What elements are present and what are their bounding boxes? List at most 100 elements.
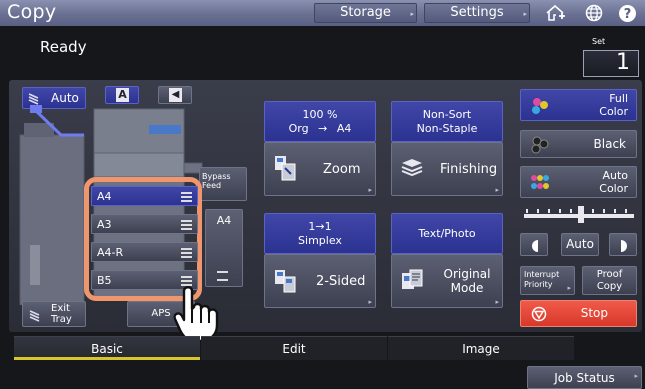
top-bar: Copy Storage ▸ Settings ▸ ? bbox=[0, 0, 645, 26]
stop-label: Stop bbox=[580, 306, 608, 320]
corner-arrow-icon: ▸ bbox=[410, 10, 414, 18]
proof-line1: Proof bbox=[596, 269, 623, 280]
tray-a3-button[interactable]: A3 bbox=[91, 214, 198, 234]
copy-count-display[interactable]: 1 bbox=[583, 50, 639, 77]
full-color-button[interactable]: Full Color bbox=[520, 89, 637, 121]
exit-tray-label-2: Tray bbox=[51, 314, 72, 325]
duplex-info-button[interactable]: 1→1 Simplex bbox=[264, 213, 376, 254]
original-type: Text/Photo bbox=[418, 227, 476, 240]
auto-color-button[interactable]: Auto Color bbox=[520, 166, 637, 198]
paper-stack-icon bbox=[400, 157, 424, 183]
density-indicator[interactable] bbox=[578, 206, 584, 223]
black-label: Black bbox=[593, 137, 626, 151]
two-sided-label: 2-Sided bbox=[316, 274, 366, 289]
bypass-size: A4 bbox=[216, 214, 232, 227]
finishing-button[interactable]: Finishing ▸ bbox=[391, 142, 503, 196]
tab-edit[interactable]: Edit bbox=[201, 336, 387, 360]
finishing-label: Finishing bbox=[440, 162, 498, 177]
mode-a-label: A bbox=[116, 88, 129, 102]
corner-arrow-icon: ▸ bbox=[634, 372, 638, 380]
stop-button[interactable]: Stop bbox=[520, 300, 637, 327]
tray-a4-button[interactable]: A4 bbox=[91, 186, 198, 206]
exit-tray-icon bbox=[29, 308, 45, 325]
zoom-info-button[interactable]: 100 % Org → A4 bbox=[264, 101, 376, 142]
original-line1: Original bbox=[443, 267, 491, 281]
proof-copy-button[interactable]: Proof Copy bbox=[582, 266, 637, 295]
tray-list-icon bbox=[217, 271, 228, 281]
finishing-info-button[interactable]: Non-Sort Non-Staple bbox=[391, 101, 503, 142]
stop-icon bbox=[531, 306, 547, 331]
zoom-percent: 100 % bbox=[302, 108, 338, 121]
active-tab-underline bbox=[14, 357, 200, 360]
black-dots-icon bbox=[530, 135, 550, 164]
corner-arrow-icon: ▸ bbox=[368, 186, 372, 194]
tray-a4r-button[interactable]: A4-R bbox=[91, 242, 198, 262]
tray-list-icon bbox=[181, 220, 192, 230]
original-mode-icon bbox=[401, 269, 423, 297]
finish-line1: Non-Sort bbox=[422, 108, 472, 121]
zoom-arrow: → bbox=[318, 122, 328, 135]
two-sided-icon bbox=[274, 269, 296, 297]
bypass-tray-button[interactable]: A4 bbox=[205, 209, 243, 287]
bypass-label-2: Feed bbox=[202, 181, 222, 190]
mode-b-label: ◀ bbox=[169, 88, 182, 102]
density-scale[interactable] bbox=[520, 205, 637, 225]
bypass-feed-button[interactable]: Bypass Feed bbox=[199, 167, 247, 201]
interrupt-priority-button[interactable]: Interrupt Priority ▸ bbox=[520, 266, 575, 295]
auto-label: Auto bbox=[51, 91, 79, 105]
color-dots-icon bbox=[530, 96, 550, 119]
zoom-button[interactable]: Zoom ▸ bbox=[264, 142, 376, 196]
storage-button[interactable]: Storage ▸ bbox=[314, 3, 417, 23]
original-direction-button[interactable]: ◀ bbox=[158, 86, 192, 104]
storage-label: Storage bbox=[340, 5, 391, 20]
exit-tray-label-1: Exit bbox=[51, 303, 70, 314]
tray-list-icon bbox=[181, 248, 192, 258]
machine-status: Ready bbox=[40, 38, 87, 56]
set-label: Set bbox=[592, 37, 606, 46]
zoom-label: Zoom bbox=[323, 162, 361, 177]
job-status-label: Job Status bbox=[554, 371, 615, 385]
aps-label: APS bbox=[151, 308, 171, 319]
original-mode-button[interactable]: Original Mode ▸ bbox=[391, 254, 503, 308]
globe-icon[interactable] bbox=[580, 3, 608, 23]
duplex-line1: 1→1 bbox=[308, 220, 332, 233]
duplex-line2: Simplex bbox=[298, 234, 342, 247]
copy-count-value: 1 bbox=[616, 50, 630, 75]
density-auto-label: Auto bbox=[566, 237, 594, 251]
tray-list-icon bbox=[181, 192, 192, 202]
tab-image[interactable]: Image bbox=[388, 336, 574, 360]
original-type-button[interactable]: Text/Photo bbox=[391, 213, 503, 254]
corner-arrow-icon: ▸ bbox=[495, 298, 499, 306]
density-lighter-button[interactable] bbox=[520, 233, 548, 256]
zoom-ratio-line: Org → A4 bbox=[265, 122, 375, 136]
help-icon[interactable]: ? bbox=[613, 3, 641, 23]
original-a-button[interactable]: A bbox=[105, 86, 139, 104]
black-button[interactable]: Black bbox=[520, 130, 637, 158]
density-darker-button[interactable] bbox=[609, 233, 637, 256]
tray-label: A3 bbox=[97, 218, 112, 231]
bypass-label-1: Bypass bbox=[202, 172, 231, 181]
settings-button[interactable]: Settings ▸ bbox=[424, 3, 530, 23]
interrupt-line1: Interrupt bbox=[524, 270, 560, 279]
two-sided-button[interactable]: 2-Sided ▸ bbox=[264, 254, 376, 308]
corner-arrow-icon: ▸ bbox=[523, 10, 527, 18]
app-title: Copy bbox=[7, 1, 57, 23]
home-plus-icon[interactable] bbox=[542, 3, 570, 23]
settings-label: Settings bbox=[450, 5, 504, 20]
tab-basic-label: Basic bbox=[91, 342, 123, 356]
tray-label: A4 bbox=[97, 190, 112, 203]
density-auto-button[interactable]: Auto bbox=[561, 233, 599, 256]
tab-basic[interactable]: Basic bbox=[14, 336, 200, 360]
proof-line2: Copy bbox=[596, 281, 623, 292]
tab-image-label: Image bbox=[462, 342, 500, 356]
exit-tray-button[interactable]: Exit Tray bbox=[22, 301, 86, 327]
original-mode-text: Original Mode bbox=[440, 267, 494, 295]
auto-color-icon bbox=[529, 173, 551, 196]
tray-label: A4-R bbox=[97, 246, 124, 259]
zoom-org: Org bbox=[288, 122, 309, 135]
corner-arrow-icon: ▸ bbox=[368, 298, 372, 306]
corner-arrow-icon: ▸ bbox=[567, 284, 571, 292]
hand-pointer-icon bbox=[173, 286, 219, 343]
finish-line2: Non-Staple bbox=[416, 122, 478, 135]
job-status-button[interactable]: Job Status ▸ bbox=[527, 366, 642, 389]
